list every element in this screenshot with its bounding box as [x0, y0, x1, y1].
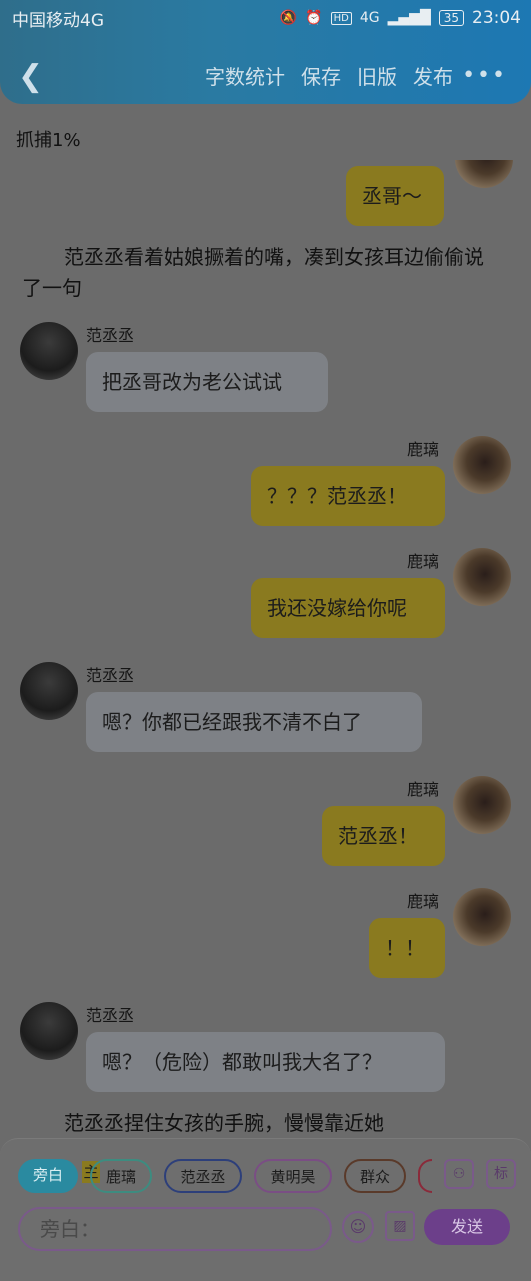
save-button[interactable]: 保存 [301, 61, 341, 90]
clock: 23:04 [472, 8, 521, 28]
signal-icon: ▂▄▆█ [387, 10, 431, 26]
old-version-button[interactable]: 旧版 [357, 61, 397, 90]
battery-indicator: 35 [438, 10, 464, 26]
avatar[interactable] [20, 322, 78, 380]
emoji-icon[interactable]: ☺ [342, 1211, 374, 1243]
avatar[interactable] [453, 776, 511, 834]
sender-name: 鹿璃 [407, 892, 440, 911]
message-bubble[interactable]: 范丞丞！ [322, 806, 445, 866]
message-bubble[interactable]: 嗯？（危险）都敢叫我大名了？ [86, 1032, 445, 1092]
role-chip-luli[interactable]: 鹿璃 [90, 1159, 152, 1193]
avatar[interactable] [20, 662, 78, 720]
message-bubble[interactable]: ？？？范丞丞！ [251, 466, 445, 526]
sender-name: 范丞丞 [86, 666, 135, 685]
avatar[interactable] [453, 888, 511, 946]
carrier-label: 中国移动4G [12, 10, 104, 31]
role-chip-huangminghao[interactable]: 黄明昊 [254, 1159, 332, 1193]
status-icons: 🔕 ⏰ HD 4G ▂▄▆█ 35 23:04 [280, 8, 521, 28]
word-count-button[interactable]: 字数统计 [205, 61, 285, 90]
more-icon[interactable]: ••• [462, 63, 507, 88]
message-bubble[interactable]: 嗯？你都已经跟我不清不白了 [86, 692, 422, 752]
sender-name: 鹿璃 [407, 780, 440, 799]
sender-name: 鹿璃 [407, 440, 440, 459]
toolbar: ❮ 字数统计 保存 旧版 发布 ••• [0, 55, 531, 99]
hd-badge: HD [330, 11, 352, 25]
avatar[interactable] [20, 1002, 78, 1060]
avatar[interactable] [453, 436, 511, 494]
message-bubble[interactable]: ！！ [369, 918, 445, 978]
capture-label: 抓捕1% [16, 130, 81, 151]
label-icon[interactable]: 标 [486, 1159, 516, 1189]
role-chip-more[interactable] [418, 1159, 432, 1193]
image-icon[interactable]: ▨ [385, 1211, 415, 1241]
mute-icon: 🔕 [279, 10, 298, 26]
publish-button[interactable]: 发布 [413, 61, 453, 90]
message-input[interactable]: 旁白： [18, 1207, 332, 1251]
person-icon[interactable]: ⚇ [444, 1159, 474, 1189]
composer-panel: 旁白 主 鹿璃 范丞丞 黄明昊 群众 ⚇ 标 旁白： ☺ ▨ 发送 [0, 1138, 531, 1281]
back-icon[interactable]: ❮ [18, 59, 48, 95]
sender-name: 范丞丞 [86, 1006, 135, 1025]
chat-area[interactable]: 丞哥～ 范丞丞看着姑娘撅着的嘴，凑到女孩耳边偷偷说了一句 范丞丞 把丞哥改为老公… [0, 160, 531, 1138]
sender-name: 范丞丞 [86, 326, 135, 345]
message-bubble[interactable]: 我还没嫁给你呢 [251, 578, 445, 638]
network-label: 4G [359, 10, 380, 26]
message-bubble[interactable]: 丞哥～ [346, 166, 444, 226]
sender-name: 鹿璃 [407, 552, 440, 571]
alarm-icon: ⏰ [305, 10, 323, 26]
avatar[interactable] [455, 160, 513, 188]
role-chip-narration[interactable]: 旁白 [18, 1159, 78, 1193]
status-bar: 中国移动4G 🔕 ⏰ HD 4G ▂▄▆█ 35 23:04 [12, 6, 521, 31]
send-button[interactable]: 发送 [424, 1209, 510, 1245]
role-chip-fanchengcheng[interactable]: 范丞丞 [164, 1159, 242, 1193]
narration-text[interactable]: 范丞丞看着姑娘撅着的嘴，凑到女孩耳边偷偷说了一句 [22, 242, 492, 304]
message-bubble[interactable]: 把丞哥改为老公试试 [86, 352, 328, 412]
avatar[interactable] [453, 548, 511, 606]
toolbar-menu: 字数统计 保存 旧版 发布 [205, 61, 453, 90]
app-header: 中国移动4G 🔕 ⏰ HD 4G ▂▄▆█ 35 23:04 ❮ 字数统计 保存… [0, 0, 531, 104]
role-chip-crowd[interactable]: 群众 [344, 1159, 406, 1193]
narration-text[interactable]: 范丞丞捏住女孩的手腕，慢慢靠近她 [22, 1108, 492, 1138]
